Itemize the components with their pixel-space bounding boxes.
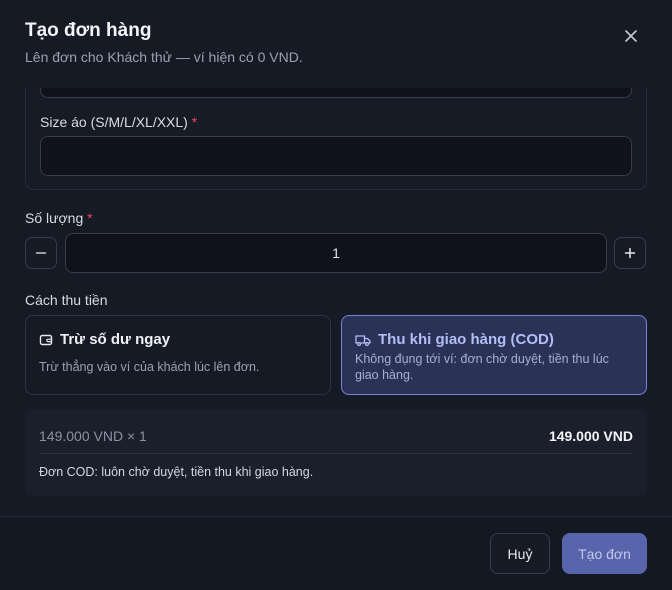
payment-option-title-row: Thu khi giao hàng (COD): [355, 331, 554, 348]
payment-option-balance[interactable]: Trừ số dư ngay Trừ thẳng vào ví của khác…: [25, 315, 331, 395]
quantity-decrease-button[interactable]: [25, 237, 57, 269]
dialog-body: Size áo (S/M/L/XL/XXL) * Số lượng * 1 Cá…: [0, 88, 672, 516]
close-button[interactable]: [616, 22, 646, 50]
summary-divider: [39, 453, 633, 454]
create-order-button[interactable]: Tạo đơn: [562, 533, 647, 574]
quantity-label-text: Số lượng: [25, 210, 84, 226]
size-field-label: Size áo (S/M/L/XL/XXL) *: [40, 114, 197, 130]
summary-total: 149.000 VND: [548, 428, 633, 444]
previous-field-input[interactable]: [40, 88, 632, 98]
close-icon: [625, 30, 637, 42]
summary-line-item: 149.000 VND × 1: [39, 428, 147, 444]
quantity-field-label: Số lượng *: [25, 210, 93, 226]
dialog-title: Tạo đơn hàng: [25, 20, 152, 41]
wallet-icon: [39, 334, 53, 345]
variant-fields-card: Size áo (S/M/L/XL/XXL) *: [25, 88, 647, 190]
minus-icon: [35, 252, 47, 254]
payment-option-cod[interactable]: Thu khi giao hàng (COD) Không đụng tới v…: [341, 315, 647, 395]
summary-note: Đơn COD: luôn chờ duyệt, tiền thu khi gi…: [39, 465, 314, 479]
payment-method-label: Cách thu tiền: [25, 292, 108, 308]
dialog-subtitle: Lên đơn cho Khách thử — ví hiện có 0 VND…: [25, 49, 303, 65]
dialog-header: Tạo đơn hàng Lên đơn cho Khách thử — ví …: [0, 0, 672, 88]
create-order-dialog: Tạo đơn hàng Lên đơn cho Khách thử — ví …: [0, 0, 672, 590]
quantity-input[interactable]: 1: [65, 233, 607, 273]
payment-option-title: Trừ số dư ngay: [60, 331, 171, 348]
payment-option-description: Không đụng tới ví: đơn chờ duyệt, tiền t…: [355, 352, 609, 382]
payment-option-title-row: Trừ số dư ngay: [39, 331, 170, 348]
payment-option-title: Thu khi giao hàng (COD): [378, 331, 554, 348]
quantity-increase-button[interactable]: [614, 237, 646, 269]
truck-icon: [355, 334, 371, 346]
required-mark: *: [87, 210, 93, 226]
plus-icon: [624, 247, 636, 259]
order-summary: 149.000 VND × 1 149.000 VND Đơn COD: luô…: [25, 410, 647, 496]
cancel-button[interactable]: Huỷ: [490, 533, 550, 574]
payment-option-description: Trừ thẳng vào ví của khách lúc lên đơn.: [39, 360, 260, 374]
size-label-text: Size áo (S/M/L/XL/XXL): [40, 114, 188, 130]
size-input[interactable]: [40, 136, 632, 176]
required-mark: *: [191, 114, 198, 130]
dialog-footer: Huỷ Tạo đơn: [0, 516, 672, 590]
